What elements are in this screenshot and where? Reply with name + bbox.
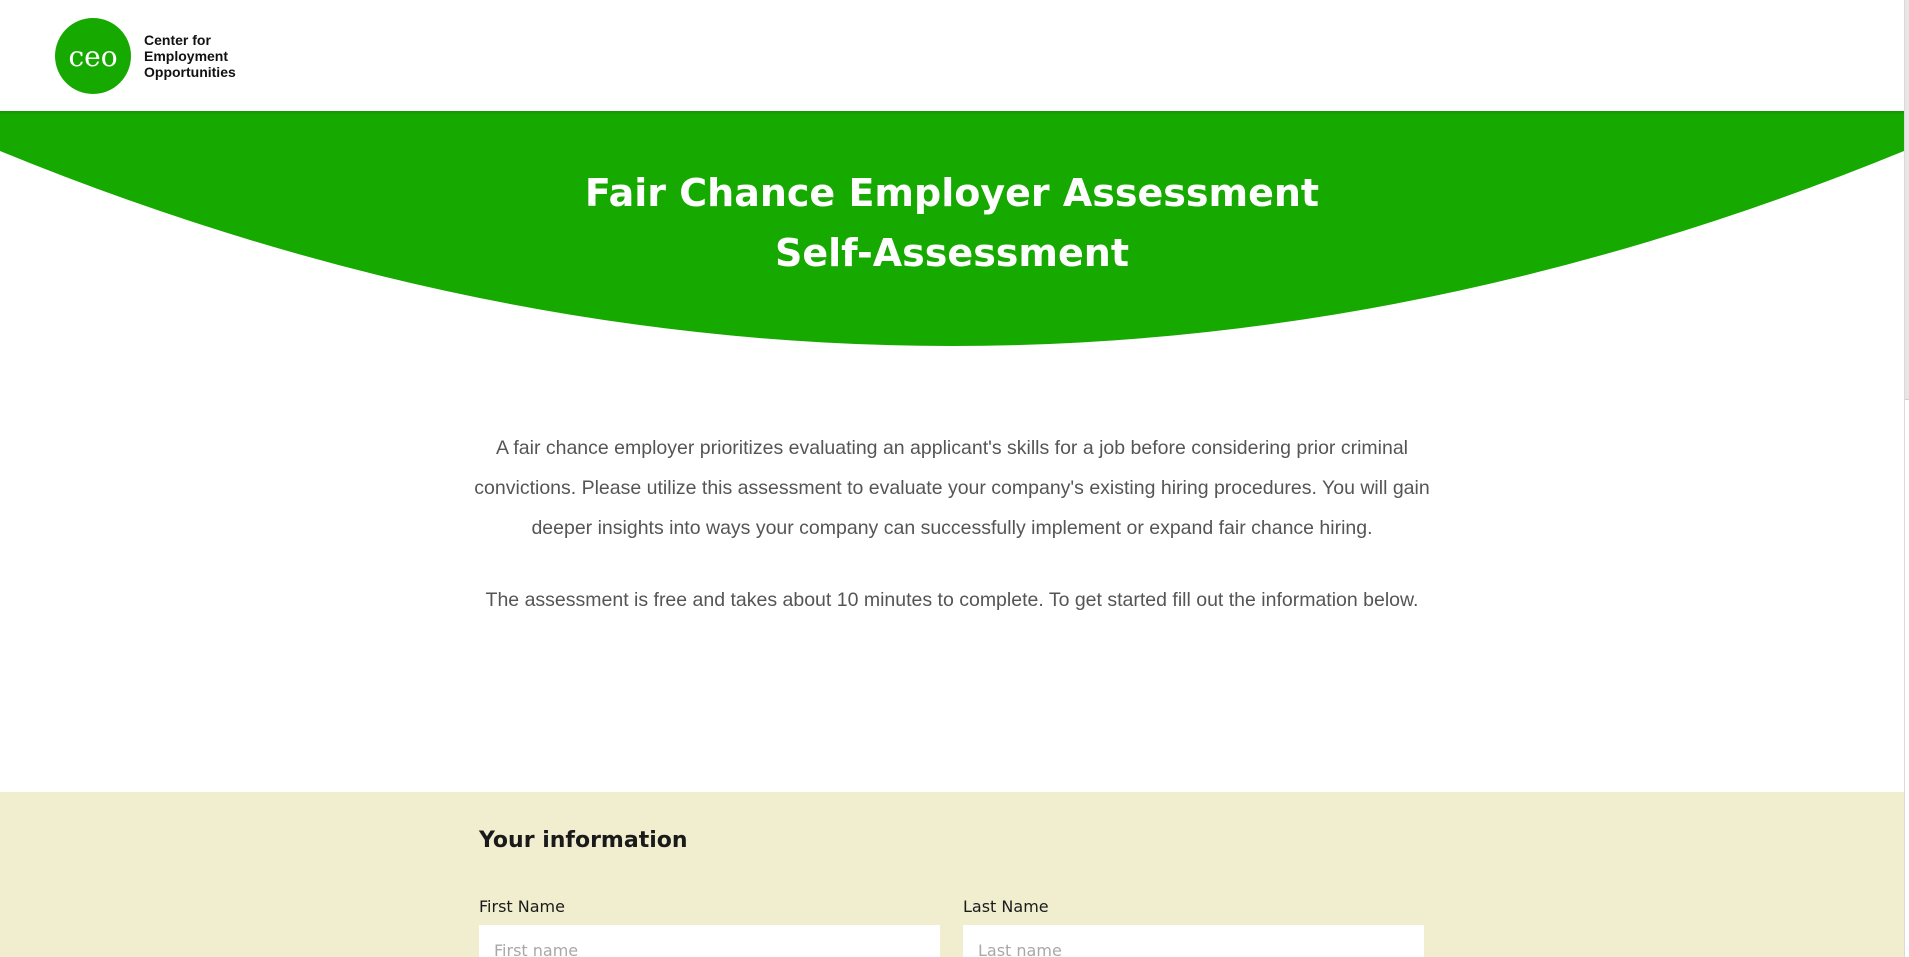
intro-section: A fair chance employer prioritizes evalu… bbox=[470, 428, 1434, 620]
your-information-section: Your information First Name Last Name bbox=[0, 792, 1904, 957]
page-title-line-1: Fair Chance Employer Assessment bbox=[584, 171, 1320, 215]
intro-paragraph-2: The assessment is free and takes about 1… bbox=[485, 589, 1419, 611]
last-name-label: Last Name bbox=[963, 897, 1049, 916]
logo-mark-text: ceo bbox=[68, 39, 118, 73]
ceo-logo-icon: ceo bbox=[55, 18, 131, 94]
last-name-group: Last Name bbox=[963, 897, 1424, 957]
your-information-heading: Your information bbox=[479, 828, 688, 853]
intro-paragraph-1: A fair chance employer prioritizes evalu… bbox=[474, 437, 1430, 539]
page-scrollbar[interactable] bbox=[1904, 0, 1909, 957]
scrollbar-thumb[interactable] bbox=[1905, 0, 1909, 400]
page: ceo Center for Employment Opportunities … bbox=[0, 0, 1909, 957]
hero-banner: Fair Chance Employer Assessment Self-Ass… bbox=[0, 111, 1904, 351]
first-name-label: First Name bbox=[479, 897, 565, 916]
first-name-input[interactable] bbox=[479, 925, 940, 957]
organization-name-line-2: Employment bbox=[144, 48, 229, 64]
organization-name-line-3: Opportunities bbox=[144, 64, 236, 80]
last-name-input[interactable] bbox=[963, 925, 1424, 957]
first-name-group: First Name bbox=[479, 897, 940, 957]
site-header: ceo Center for Employment Opportunities bbox=[0, 0, 1904, 111]
organization-name: Center for Employment Opportunities bbox=[144, 32, 236, 80]
organization-name-line-1: Center for bbox=[144, 32, 211, 48]
ceo-logo-link[interactable]: ceo Center for Employment Opportunities bbox=[55, 18, 236, 94]
hero-top-shadow bbox=[0, 111, 1904, 115]
page-title: Fair Chance Employer Assessment Self-Ass… bbox=[0, 163, 1904, 283]
page-title-line-2: Self-Assessment bbox=[774, 231, 1130, 275]
